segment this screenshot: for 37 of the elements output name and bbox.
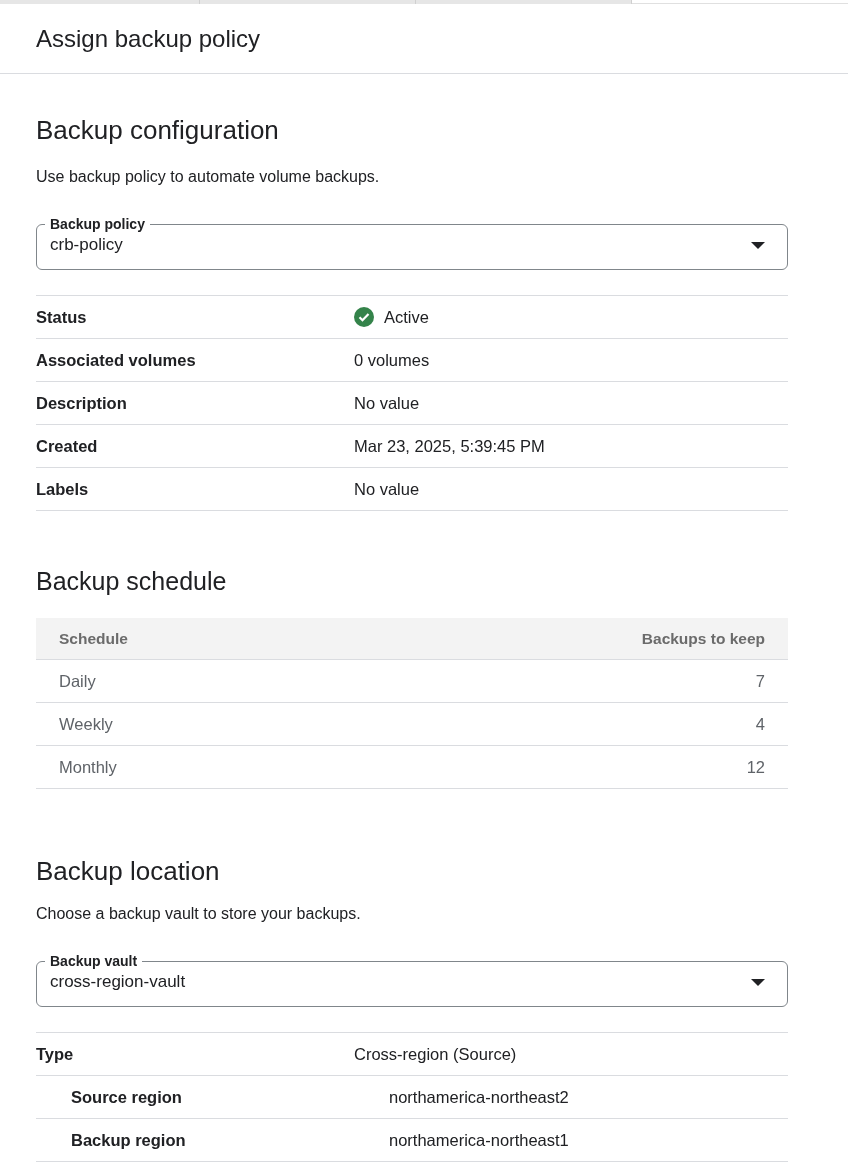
section-description: Use backup policy to automate volume backups. <box>36 167 381 187</box>
detail-label: Type <box>36 1044 74 1064</box>
detail-value: No value <box>354 393 420 413</box>
table-header-cell: Backups to keep <box>412 618 788 659</box>
detail-value: No value <box>354 479 420 499</box>
vault-select[interactable]: Backup vault cross-region-vault <box>36 953 788 1007</box>
detail-label: Associated volumes <box>36 350 196 370</box>
table-cell-text: Daily <box>58 670 97 692</box>
check-circle-icon <box>354 307 374 327</box>
section-heading: Backup location <box>36 855 221 887</box>
detail-label: Backup region <box>71 1130 186 1150</box>
detail-label: Status <box>36 307 87 327</box>
detail-value: northamerica-northeast1 <box>389 1130 569 1150</box>
section-description: Choose a backup vault to store your backups. <box>36 904 362 924</box>
detail-value: 0 volumes <box>354 350 430 370</box>
status-text: Active <box>384 307 429 327</box>
detail-label: Created <box>36 436 98 456</box>
dialog-title: Assign backup policy <box>36 23 261 54</box>
table-cell-text: 12 <box>745 756 766 778</box>
detail-value: Mar 23, 2025, 5:39:45 PM <box>354 436 545 456</box>
caret-icon <box>751 978 765 986</box>
table-header-cell: Schedule <box>36 618 412 659</box>
detail-label: Labels <box>36 479 89 499</box>
section-heading: Backup configuration <box>36 114 280 146</box>
policy-select[interactable]: Backup policy crb-policy <box>36 216 788 270</box>
detail-label: Description <box>36 393 127 413</box>
table-cell-text: 4 <box>754 713 766 735</box>
table-cell-text: Monthly <box>58 756 118 778</box>
field-label: Backup policy <box>49 216 146 232</box>
detail-value: Cross-region (Source) <box>354 1044 517 1064</box>
caret-icon <box>751 241 765 249</box>
detail-value: northamerica-northeast2 <box>389 1087 569 1107</box>
detail-label: Source region <box>71 1087 182 1107</box>
table-cell-text: 7 <box>754 670 766 692</box>
field-label: Backup vault <box>49 953 139 969</box>
table-cell-text: Weekly <box>58 713 114 735</box>
section-heading: Backup schedule <box>36 566 228 597</box>
